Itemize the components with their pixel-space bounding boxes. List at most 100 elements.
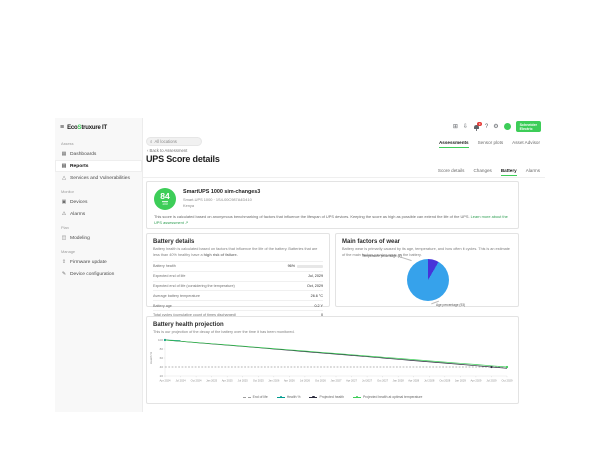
legend-item-health-[interactable]: Health % <box>277 395 301 399</box>
device-configuration-icon: ✎ <box>61 271 67 277</box>
device-model-serial: Smart-UPS 1000 · 1S4-00C987A4D410 <box>183 197 260 202</box>
search-icon: ⌕ <box>150 139 153 144</box>
legend-label: Health % <box>287 395 301 399</box>
location-search-input[interactable]: ⌕ All locations <box>146 137 202 146</box>
device-location: Kenya <box>183 203 260 208</box>
svg-text:Jan 2029: Jan 2029 <box>455 379 467 383</box>
logo[interactable]: ≡ EcoStruxure IT <box>55 121 142 136</box>
tab-assessments[interactable]: Assessments <box>439 140 469 148</box>
svg-text:Jan 2026: Jan 2026 <box>268 379 280 383</box>
subtab-changes[interactable]: Changes <box>473 168 491 176</box>
sidebar-item-device-configuration[interactable]: ✎Device configuration <box>55 268 142 280</box>
app-window: ≡ EcoStruxure IT Assess▦Dashboards▤Repor… <box>55 118 545 412</box>
svg-text:Jan 2027: Jan 2027 <box>330 379 342 383</box>
tabs-divider <box>143 177 545 178</box>
battery-detail-value: Oct, 2029 <box>307 284 323 288</box>
sidebar-item-dashboards[interactable]: ▦Dashboards <box>55 148 142 160</box>
sidebar-item-alarms[interactable]: ⚠Alarms <box>55 208 142 220</box>
svg-text:Jan 2028: Jan 2028 <box>393 379 405 383</box>
svg-text:Oct 2025: Oct 2025 <box>253 379 264 383</box>
battery-details-description: Battery health is calculated based on fa… <box>153 247 323 258</box>
download-icon[interactable]: ⇩ <box>463 124 468 130</box>
ups-score-card: 84 100 SmartUPS 1000 sim-changes3 Smart-… <box>146 181 519 229</box>
hamburger-menu-icon[interactable]: ≡ <box>60 124 64 131</box>
svg-text:Apr 2028: Apr 2028 <box>408 379 419 383</box>
svg-text:Oct 2026: Oct 2026 <box>315 379 326 383</box>
series-marker <box>490 366 492 368</box>
battery-details-card: Battery details Battery health is calcul… <box>146 233 330 307</box>
series-projected-health-at-optimal-temperature <box>165 340 507 367</box>
device-info: SmartUPS 1000 sim-changes3 Smart-UPS 100… <box>183 189 260 208</box>
score-badge: 84 100 <box>154 188 176 210</box>
svg-text:Apr 2027: Apr 2027 <box>346 379 357 383</box>
sidebar-item-label: Modeling <box>70 236 90 241</box>
health-projection-chart: 10080604020Health %Apr 2024Jul 2024Oct 2… <box>149 335 514 398</box>
svg-text:40: 40 <box>160 365 164 369</box>
battery-details-title: Battery details <box>153 239 323 245</box>
header-icons: ⊞ ⇩ 9? ⚙ <box>453 123 499 131</box>
logo-text: EcoStruxure IT <box>67 125 107 131</box>
chart-legend: End of life Health % Projected health Proje… <box>147 395 518 399</box>
sidebar-section-label: Assess <box>55 136 142 148</box>
series-marker <box>506 366 508 368</box>
devices-icon: ▣ <box>61 199 67 205</box>
battery-details-description-bold: high risk of failure. <box>204 253 238 257</box>
sidebar-item-reports[interactable]: ▤Reports <box>55 160 142 172</box>
sidebar-sections: Assess▦Dashboards▤Reports△Services and V… <box>55 136 142 280</box>
legend-marker-dot <box>356 396 358 398</box>
svg-text:Oct 2028: Oct 2028 <box>439 379 450 383</box>
battery-detail-value: 0.2 Y <box>314 304 323 308</box>
svg-text:Apr 2026: Apr 2026 <box>284 379 295 383</box>
notification-badge: 9 <box>477 122 482 127</box>
tab-asset-advisor[interactable]: Asset Advisor <box>512 140 540 148</box>
tab-sensor-plots[interactable]: Sensor plots <box>478 140 504 148</box>
sidebar-item-modeling[interactable]: ◫Modeling <box>55 232 142 244</box>
notifications-bell-icon[interactable]: 9 <box>473 123 480 131</box>
battery-detail-label: Expected end of life (considering the te… <box>153 284 235 288</box>
settings-gear-icon[interactable]: ⚙ <box>493 124 498 130</box>
score-max: 100 <box>162 201 168 206</box>
sidebar-item-services-and-vulnerabilities[interactable]: △Services and Vulnerabilities <box>55 172 142 184</box>
battery-detail-row: Expected end of life (considering the te… <box>153 281 323 291</box>
battery-detail-value-text: 26.6 °C <box>311 294 323 298</box>
page-title: UPS Score details <box>146 154 220 164</box>
apps-grid-icon[interactable]: ⊞ <box>453 124 458 130</box>
sidebar-section-label: Monitor <box>55 184 142 196</box>
battery-detail-value-text: Jul, 2029 <box>308 274 323 278</box>
svg-text:Jul 2027: Jul 2027 <box>362 379 373 383</box>
legend-label: End of life <box>253 395 268 399</box>
legend-item-end-of-life[interactable]: End of life <box>243 395 268 399</box>
svg-text:Apr 2025: Apr 2025 <box>222 379 233 383</box>
health-projection-card: Battery health projection This is our pr… <box>146 316 519 404</box>
legend-label: Projected health <box>319 395 344 399</box>
wear-factors-title: Main factors of wear <box>342 239 512 245</box>
battery-detail-label: Battery age <box>153 304 172 308</box>
sidebar-item-devices[interactable]: ▣Devices <box>55 196 142 208</box>
battery-detail-value-text: Oct, 2029 <box>307 284 323 288</box>
svg-text:Jul 2029: Jul 2029 <box>486 379 497 383</box>
legend-item-projected-health-at-optimal-temperature[interactable]: Projected health at optimal temperature <box>353 395 422 399</box>
alarms-icon: ⚠ <box>61 211 67 217</box>
subtab-score-details[interactable]: Score details <box>438 168 465 176</box>
firmware-update-icon: ⇪ <box>61 259 67 265</box>
sidebar-item-label: Device configuration <box>70 272 114 277</box>
services-and-vulnerabilities-icon: △ <box>61 175 67 181</box>
header-toolbar: ⊞ ⇩ 9? ⚙ Schneider Electric <box>453 121 541 132</box>
device-name: SmartUPS 1000 sim-changes3 <box>183 189 260 195</box>
breadcrumb-back-link[interactable]: ‹ Back to Assessment <box>147 148 187 153</box>
legend-item-projected-health[interactable]: Projected health <box>309 395 344 399</box>
sidebar-item-label: Devices <box>70 200 87 205</box>
subtab-alarms[interactable]: Alarms <box>526 168 540 176</box>
svg-text:100: 100 <box>158 338 163 342</box>
svg-text:Oct 2024: Oct 2024 <box>191 379 202 383</box>
svg-text:60: 60 <box>160 356 164 360</box>
schneider-electric-logo[interactable]: Schneider Electric <box>516 121 541 132</box>
subtab-battery[interactable]: Battery <box>501 168 517 176</box>
sidebar-item-firmware-update[interactable]: ⇪Firmware update <box>55 256 142 268</box>
pie-label-temperature: Temperature percentage (7) <box>362 254 402 258</box>
wear-pie-chart <box>407 259 449 301</box>
help-icon[interactable]: ? <box>485 124 488 130</box>
line-chart-svg: 10080604020Health %Apr 2024Jul 2024Oct 2… <box>149 335 514 393</box>
battery-detail-value: Jul, 2029 <box>308 274 323 278</box>
user-avatar[interactable] <box>504 123 511 130</box>
